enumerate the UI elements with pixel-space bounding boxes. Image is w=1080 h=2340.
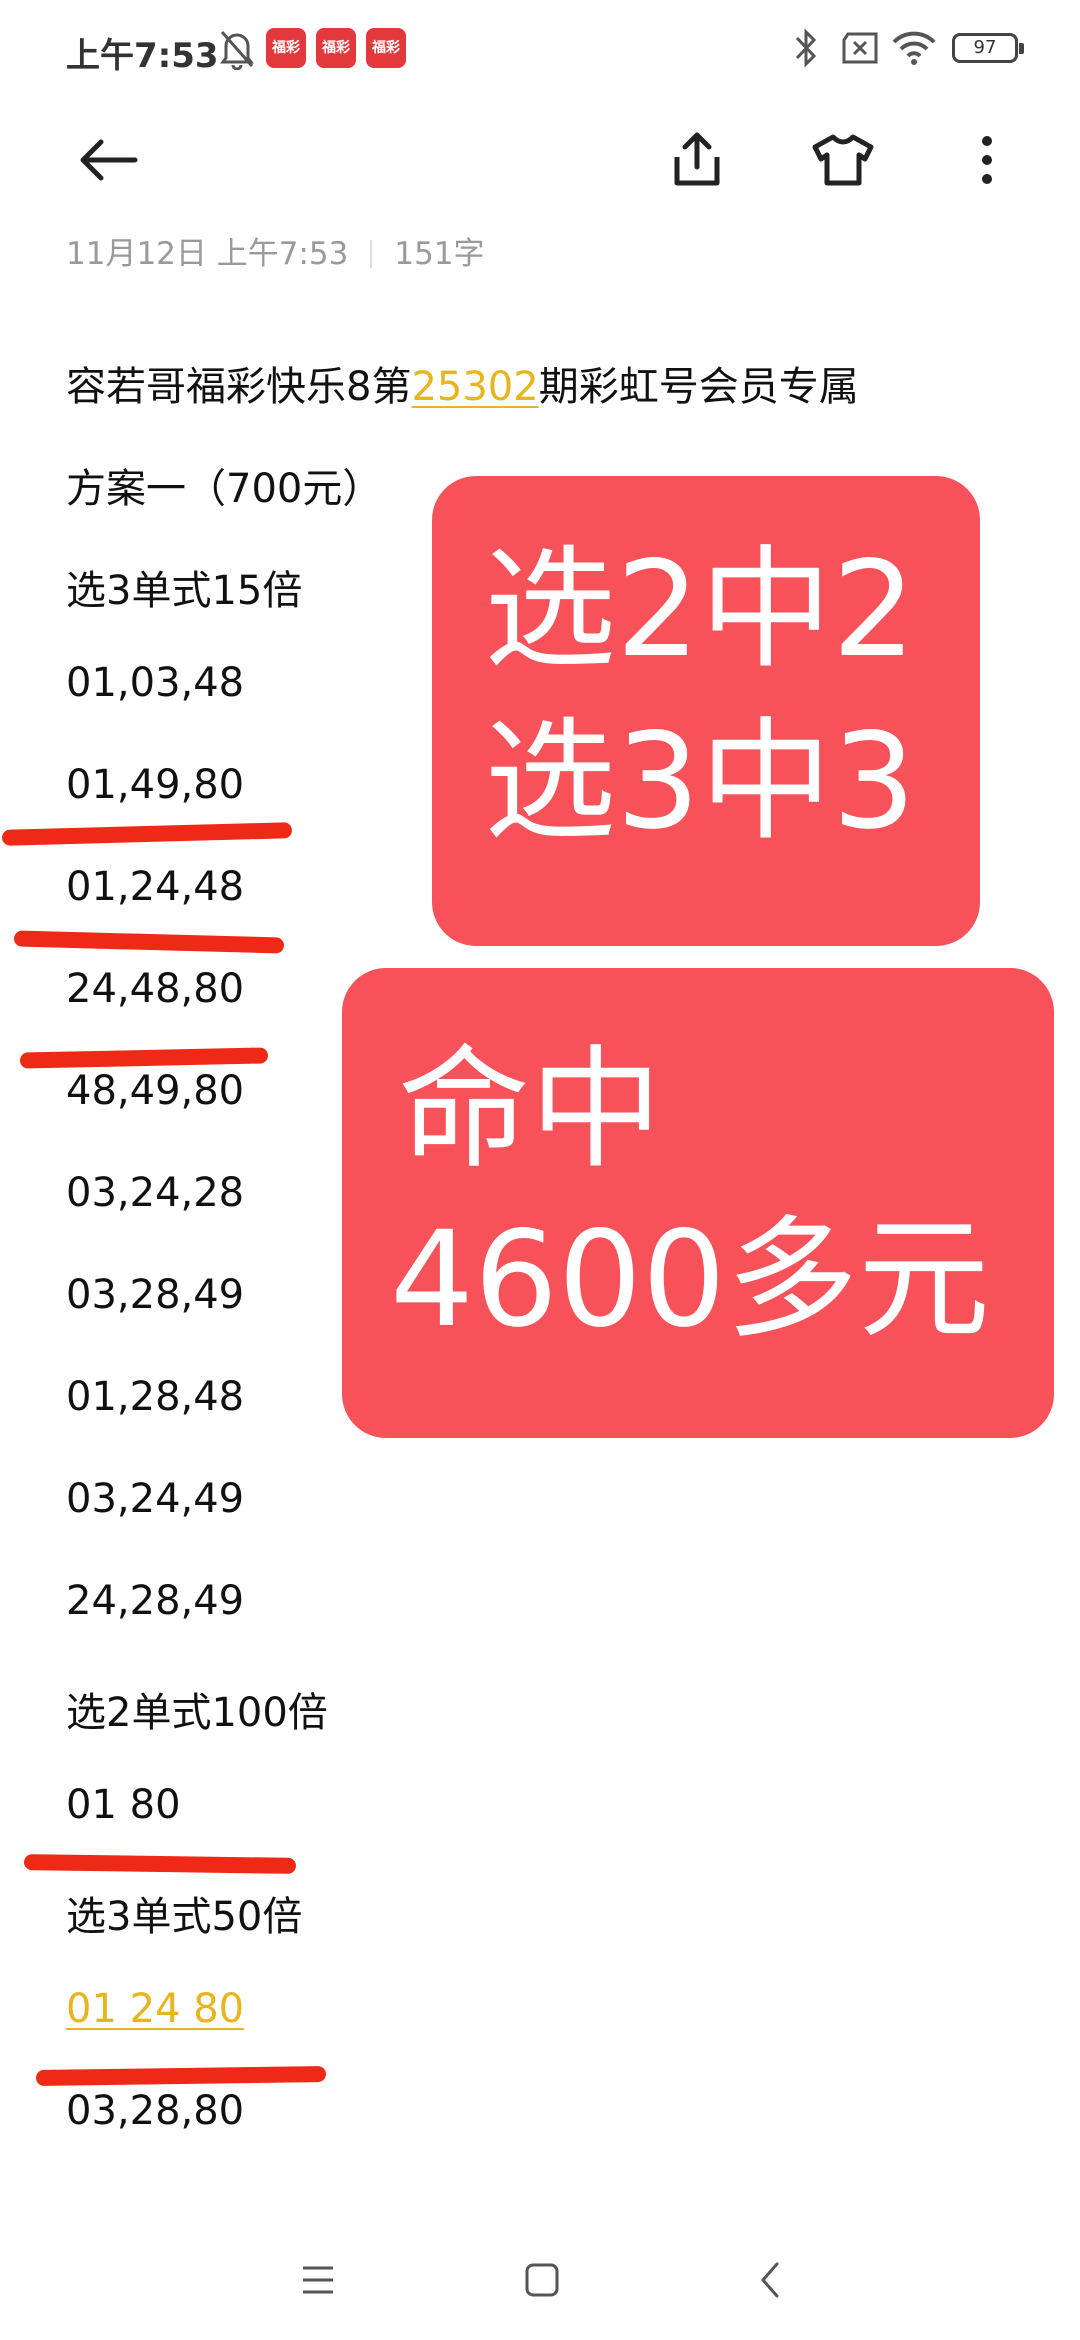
red-underline-mark [19, 1047, 269, 1069]
meta-divider [370, 240, 373, 268]
chevron-left-icon [761, 2262, 779, 2298]
note-meta: 11月12日 上午7:53 151字 [66, 228, 485, 273]
note-line: 48,49,80 [66, 1068, 245, 1114]
word-count: 151字 [394, 236, 485, 272]
red-underline-mark [23, 1854, 297, 1874]
share-button[interactable] [652, 110, 742, 210]
lottery-app-icon: 福彩 [316, 28, 356, 68]
note-line: 03,28,49 [66, 1272, 245, 1318]
note-line: 03,28,80 [66, 2088, 245, 2134]
note-line: 选3单式50倍 [66, 1894, 303, 1940]
red-underline-mark [1, 822, 293, 846]
note-line: 01,28,48 [66, 1374, 245, 1420]
issue-number-link[interactable]: 25302 [411, 364, 538, 410]
note-line: 选3单式15倍 [66, 568, 303, 614]
note-line: 01,49,80 [66, 762, 245, 808]
card-text-line: 命中 [398, 1033, 662, 1187]
note-line: 方案一（700元） [66, 466, 383, 512]
note-toolbar [0, 110, 1080, 210]
result-card-prize: 命中 4600多元 [342, 968, 1054, 1438]
share-icon [674, 132, 720, 186]
back-arrow-icon [80, 139, 138, 181]
home-button[interactable] [502, 2240, 582, 2320]
card-text-line: 4600多元 [390, 1203, 990, 1357]
title-prefix: 容若哥福彩快乐8第 [66, 364, 412, 410]
note-line: 24,28,49 [66, 1578, 245, 1624]
note-line: 03,24,49 [66, 1476, 245, 1522]
note-line: 24,48,80 [66, 966, 245, 1012]
card-text-line: 选3中3 [484, 705, 916, 859]
bluetooth-icon [792, 26, 820, 74]
system-nav-bar [0, 2220, 1080, 2340]
note-line: 03,24,28 [66, 1170, 245, 1216]
recents-button[interactable] [278, 2240, 358, 2320]
note-date: 11月12日 上午7:53 [66, 236, 349, 272]
shirt-icon [812, 134, 874, 186]
lottery-app-icon: 福彩 [366, 28, 406, 68]
no-sim-icon [840, 32, 880, 68]
back-button[interactable] [64, 110, 154, 210]
theme-button[interactable] [798, 110, 888, 210]
note-line: 选2单式100倍 [66, 1690, 328, 1736]
back-nav-button[interactable] [730, 2240, 810, 2320]
status-bar: 上午7:53 福彩 福彩 福彩 97 [0, 0, 1080, 100]
note-line: 01,03,48 [66, 660, 245, 706]
battery-indicator: 97 [952, 33, 1024, 63]
red-underline-mark [13, 930, 285, 954]
card-text-line: 选2中2 [484, 533, 916, 687]
more-vert-icon [982, 136, 992, 184]
title-suffix: 期彩虹号会员专属 [538, 364, 859, 410]
status-time: 上午7:53 [66, 36, 219, 76]
home-square-icon [525, 2263, 559, 2297]
note-line: 01,24,48 [66, 864, 245, 910]
result-card-hits: 选2中2 选3中3 [432, 476, 980, 946]
menu-lines-icon [303, 2266, 333, 2294]
note-line: 01 80 [66, 1782, 181, 1828]
red-underline-mark [35, 2065, 327, 2087]
note-title: 容若哥福彩快乐8第25302期彩虹号会员专属 [66, 354, 859, 412]
mute-bell-icon [218, 26, 256, 74]
note-line-link[interactable]: 01 24 80 [66, 1986, 244, 2032]
lottery-app-icon: 福彩 [266, 28, 306, 68]
wifi-icon [892, 30, 936, 70]
more-button[interactable] [942, 110, 1032, 210]
